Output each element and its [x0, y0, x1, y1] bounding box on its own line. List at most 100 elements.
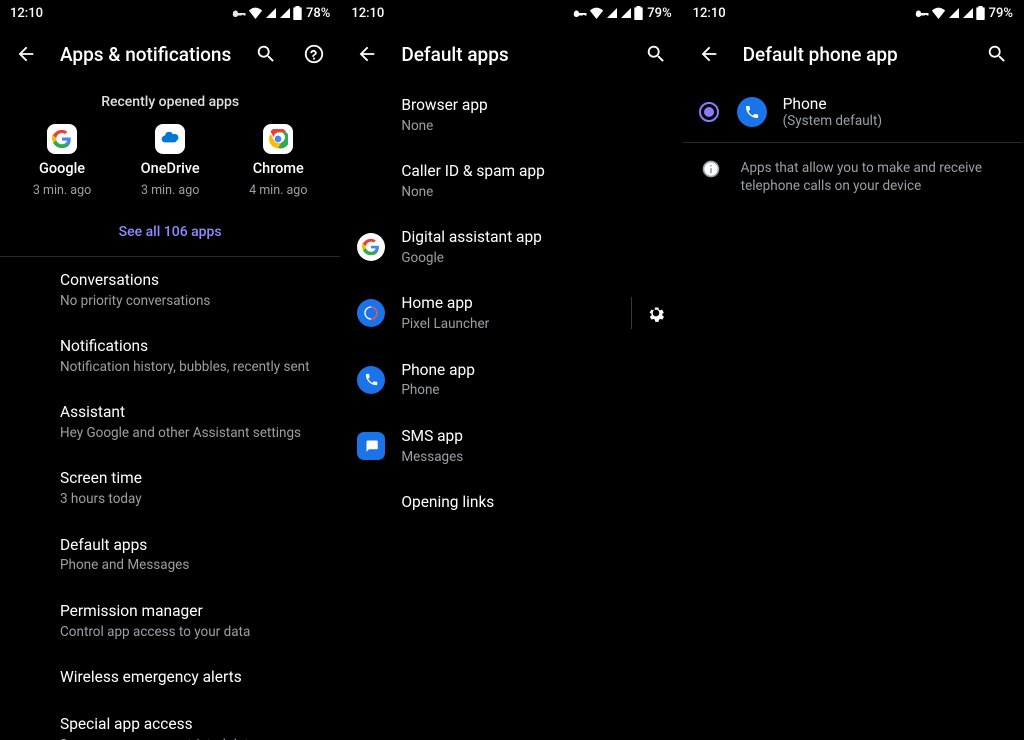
item-subtitle: Pixel Launcher	[401, 315, 606, 333]
signal-icon-2	[279, 7, 291, 19]
recent-app-onedrive[interactable]: OneDrive 3 min. ago	[120, 124, 220, 198]
radio-selected[interactable]	[699, 102, 719, 122]
wifi-icon	[589, 7, 604, 19]
battery-icon	[293, 6, 302, 20]
default-app-browser[interactable]: Browser app None	[341, 82, 681, 148]
settings-item-conversations[interactable]: Conversations No priority conversations	[0, 257, 340, 323]
arrow-back-icon	[698, 43, 720, 65]
vpn-key-icon	[913, 8, 929, 18]
search-icon	[986, 43, 1008, 65]
settings-item-notifications[interactable]: Notifications Notification history, bubb…	[0, 323, 340, 389]
recent-app-name: OneDrive	[141, 160, 200, 177]
search-button[interactable]	[252, 40, 280, 68]
status-bar: 12:10 79%	[683, 0, 1023, 26]
search-icon	[645, 43, 667, 65]
item-title: Notifications	[60, 336, 324, 357]
default-app-home[interactable]: Home app Pixel Launcher	[341, 280, 681, 346]
item-subtitle: 3 hours today	[60, 490, 324, 508]
battery-percent: 79%	[647, 6, 671, 21]
settings-item-permission-manager[interactable]: Permission manager Control app access to…	[0, 588, 340, 654]
help-button[interactable]	[300, 40, 328, 68]
item-subtitle: None	[401, 183, 665, 201]
item-subtitle: 2 apps can use unrestricted data	[60, 736, 324, 740]
default-app-opening-links[interactable]: Opening links	[341, 479, 681, 526]
chrome-icon	[263, 124, 293, 154]
back-button[interactable]	[353, 40, 381, 68]
status-time: 12:10	[693, 6, 726, 21]
item-title: Digital assistant app	[401, 227, 665, 248]
recent-app-time: 3 min. ago	[33, 183, 91, 198]
page-title: Default apps	[401, 43, 621, 66]
settings-item-screen-time[interactable]: Screen time 3 hours today	[0, 455, 340, 521]
home-app-settings-button[interactable]	[631, 297, 666, 329]
settings-item-wireless-emergency-alerts[interactable]: Wireless emergency alerts	[0, 654, 340, 701]
google-app-icon	[357, 233, 385, 261]
item-title: Browser app	[401, 95, 665, 116]
panel-default-phone-app: 12:10 79% Default phone app Ph	[683, 0, 1024, 740]
status-time: 12:10	[351, 6, 384, 21]
help-icon	[303, 43, 325, 65]
radio-dot-icon	[704, 107, 714, 117]
wifi-icon	[248, 7, 263, 19]
option-name: Phone	[783, 95, 882, 113]
item-subtitle: Hey Google and other Assistant settings	[60, 424, 324, 442]
signal-icon	[948, 7, 960, 19]
item-title: Permission manager	[60, 601, 324, 622]
item-title: Default apps	[60, 535, 324, 556]
back-button[interactable]	[695, 40, 723, 68]
item-subtitle: Notification history, bubbles, recently …	[60, 358, 324, 376]
search-button[interactable]	[642, 40, 670, 68]
item-subtitle: Google	[401, 249, 665, 267]
option-sub: (System default)	[783, 113, 882, 129]
item-subtitle: Phone and Messages	[60, 556, 324, 574]
page-title: Apps & notifications	[60, 43, 232, 66]
phone-app-option[interactable]: Phone (System default)	[683, 82, 1023, 142]
see-all-apps-button[interactable]: See all 106 apps	[0, 206, 340, 256]
item-title: Caller ID & spam app	[401, 161, 665, 182]
item-subtitle: Phone	[401, 381, 665, 399]
recent-app-time: 4 min. ago	[249, 183, 307, 198]
phone-app-icon	[737, 97, 767, 127]
default-app-phone[interactable]: Phone app Phone	[341, 347, 681, 413]
battery-percent: 79%	[989, 6, 1013, 21]
panel-apps-and-notifications: 12:10 78% Apps & notifications Recently …	[0, 0, 341, 740]
default-app-assistant[interactable]: Digital assistant app Google	[341, 214, 681, 280]
default-app-sms[interactable]: SMS app Messages	[341, 413, 681, 479]
recently-opened-header: Recently opened apps	[0, 82, 340, 124]
battery-percent: 78%	[306, 6, 330, 21]
status-icons: 78%	[230, 6, 330, 21]
item-subtitle: No priority conversations	[60, 292, 324, 310]
signal-icon	[606, 7, 618, 19]
app-bar: Apps & notifications	[0, 26, 340, 82]
battery-icon	[634, 6, 643, 20]
phone-app-icon	[357, 366, 385, 394]
item-title: Wireless emergency alerts	[60, 667, 324, 688]
status-icons: 79%	[913, 6, 1013, 21]
app-bar: Default apps	[341, 26, 681, 82]
settings-item-assistant[interactable]: Assistant Hey Google and other Assistant…	[0, 389, 340, 455]
settings-item-special-app-access[interactable]: Special app access 2 apps can use unrest…	[0, 701, 340, 740]
item-title: SMS app	[401, 426, 665, 447]
arrow-back-icon	[356, 43, 378, 65]
google-icon	[47, 124, 77, 154]
back-button[interactable]	[12, 40, 40, 68]
signal-icon	[265, 7, 277, 19]
panel-default-apps: 12:10 79% Default apps Browser app None	[341, 0, 682, 740]
status-bar: 12:10 79%	[341, 0, 681, 26]
default-app-caller-id[interactable]: Caller ID & spam app None	[341, 148, 681, 214]
page-title: Default phone app	[743, 43, 963, 66]
settings-item-default-apps[interactable]: Default apps Phone and Messages	[0, 522, 340, 588]
recent-app-name: Google	[39, 160, 85, 177]
item-title: Special app access	[60, 714, 324, 735]
signal-icon-2	[962, 7, 974, 19]
search-icon	[255, 43, 277, 65]
search-button[interactable]	[983, 40, 1011, 68]
item-subtitle: Control app access to your data	[60, 623, 324, 641]
recent-app-chrome[interactable]: Chrome 4 min. ago	[228, 124, 328, 198]
info-text: Apps that allow you to make and receive …	[741, 157, 1007, 195]
item-title: Phone app	[401, 360, 665, 381]
content-area: Phone (System default) Apps that allow y…	[683, 82, 1023, 740]
recent-app-google[interactable]: Google 3 min. ago	[12, 124, 112, 198]
item-title: Assistant	[60, 402, 324, 423]
battery-icon	[976, 6, 985, 20]
